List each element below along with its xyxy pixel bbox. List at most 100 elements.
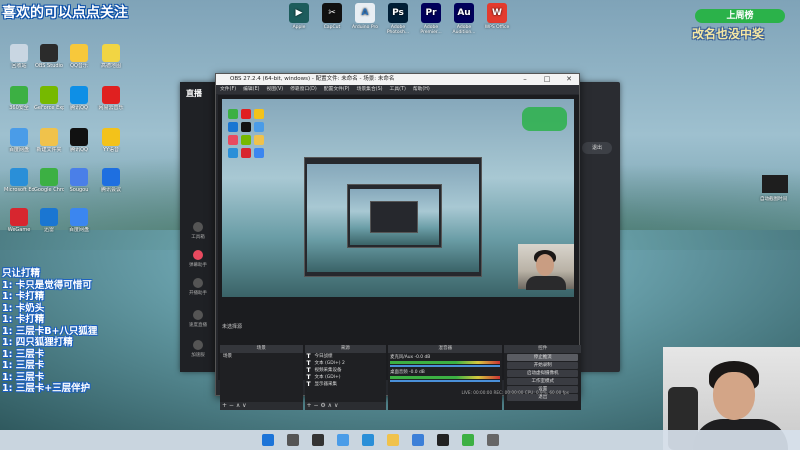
top-app-label: Adobe Audition...: [452, 25, 476, 35]
app-icon: [10, 128, 28, 146]
obs-menu-item[interactable]: 配置文件(P): [324, 85, 350, 94]
desktop-icon[interactable]: 百度网盘: [4, 128, 34, 153]
chat-line: 1: 卡打精: [2, 291, 45, 302]
obs-control-button[interactable]: 开始录制: [507, 362, 578, 369]
desktop-icon[interactable]: 高德地图: [96, 44, 126, 69]
desktop-icon[interactable]: 百度网盘: [64, 208, 94, 233]
maximize-icon[interactable]: □: [537, 74, 557, 85]
obs-titlebar: OBS 27.2.4 (64-bit, windows) - 配置文件: 未命名…: [216, 74, 579, 85]
app-icon: [70, 168, 88, 186]
desktop-icon-label: GeForce Experience: [34, 105, 64, 111]
taskbar-settings-icon[interactable]: [487, 434, 499, 446]
close-icon[interactable]: ✕: [559, 74, 579, 85]
desktop-icon-label: 腾讯QQ: [70, 147, 88, 153]
desktop-icon-label: WeGame: [7, 227, 31, 233]
stream-exit-button[interactable]: 退出: [582, 142, 612, 154]
source-item[interactable]: T 视频采集设备: [305, 367, 387, 374]
desktop-icon[interactable]: GeForce Experience: [34, 86, 64, 111]
desktop-icon[interactable]: QQ音乐: [64, 44, 94, 69]
taskbar-windows-start-icon[interactable]: [262, 434, 274, 446]
obs-preview-canvas[interactable]: [222, 99, 574, 297]
desktop-icon[interactable]: Google Chrome: [34, 168, 64, 193]
text-source-icon: T: [306, 353, 311, 360]
source-label: 今日战绩: [314, 354, 333, 359]
source-item[interactable]: T 文本 (GDI+) 2: [305, 360, 387, 367]
desktop-icon[interactable]: YY语音: [96, 128, 126, 153]
side-item-accelerate[interactable]: 加速服: [184, 340, 212, 358]
desktop-icon[interactable]: Sougou: [64, 168, 94, 193]
desktop-icon-label: 高德地图: [100, 63, 121, 69]
accelerate-icon: [193, 340, 203, 350]
taskbar-edge-icon[interactable]: [362, 434, 374, 446]
source-label: 文本 (GDI+) 2: [314, 361, 345, 366]
desktop-icon[interactable]: 360安全: [4, 86, 34, 111]
obs-selected-source-info: 未选择源: [222, 324, 243, 330]
volume-slider[interactable]: [390, 380, 501, 382]
desktop-icon-label: 迅雷: [43, 227, 54, 233]
app-icon: [70, 44, 88, 62]
top-app-label: CapCut: [323, 25, 341, 30]
taskbar-task-view-icon[interactable]: [312, 434, 324, 446]
source-item[interactable]: T 显示器采集: [305, 381, 387, 388]
top-app-shortcut[interactable]: A Arduino Pro: [351, 3, 379, 30]
taskbar-widgets-icon[interactable]: [337, 434, 349, 446]
speed-icon: [193, 310, 203, 320]
volume-meter: [390, 376, 501, 379]
desktop-icon-label: 腾讯会议: [100, 187, 121, 193]
side-item-live-helper[interactable]: 开播助手: [184, 278, 212, 296]
taskbar-search-icon[interactable]: [287, 434, 299, 446]
taskbar-obs-icon[interactable]: [437, 434, 449, 446]
mixer-channel: 麦克风/Aux -0.0 dB: [388, 353, 502, 368]
preview-webcam: [518, 244, 574, 290]
right-small-window: [762, 175, 788, 193]
scene-item[interactable]: 场景: [220, 353, 303, 360]
app-icon: ✂: [322, 3, 342, 23]
app-icon: [40, 44, 58, 62]
app-icon: ▶: [289, 3, 309, 23]
obs-control-button[interactable]: 启动虚拟摄像机: [507, 370, 578, 377]
source-item[interactable]: T 今日战绩: [305, 353, 387, 360]
desktop-icon-label: 回收站: [11, 63, 27, 69]
obs-menu-item[interactable]: 文件(F): [220, 85, 236, 94]
top-app-shortcut[interactable]: Pr Adobe Premier...: [417, 3, 445, 35]
desktop-icon[interactable]: 腾讯QQ: [64, 128, 94, 153]
volume-slider[interactable]: [390, 365, 501, 367]
desktop-icon[interactable]: 回收站: [4, 44, 34, 69]
top-app-shortcut[interactable]: Ps Adobe Photosh...: [384, 3, 412, 35]
top-app-shortcut[interactable]: ✂ CapCut: [318, 3, 346, 30]
obs-menu-item[interactable]: 视图(V): [266, 85, 283, 94]
desktop-icon[interactable]: OBS Studio: [34, 44, 64, 69]
obs-menu-item[interactable]: 帮助(H): [413, 85, 430, 94]
top-app-shortcut[interactable]: ▶ Apple: [285, 3, 313, 30]
desktop-icon[interactable]: Microsoft Edge: [4, 168, 34, 193]
desktop-icon[interactable]: WeGame: [4, 208, 34, 233]
chat-line: 1: 三层卡: [2, 371, 45, 383]
desktop-icon[interactable]: 腾讯会议: [96, 168, 126, 193]
obs-control-button[interactable]: 工作室模式: [507, 378, 578, 385]
obs-menu-item[interactable]: 停靠窗口(D): [290, 85, 317, 94]
obs-menu-item[interactable]: 工具(T): [390, 85, 406, 94]
side-item-toolbox[interactable]: 工具箱: [184, 222, 212, 240]
desktop-icon[interactable]: 新建文件夹: [34, 128, 64, 153]
obs-menu-item[interactable]: 编辑(E): [243, 85, 259, 94]
minimize-icon[interactable]: –: [515, 74, 535, 85]
controls-panel-header: 控件: [504, 345, 581, 353]
taskbar-store-icon[interactable]: [412, 434, 424, 446]
side-item-danmaku[interactable]: 弹幕助手: [184, 250, 212, 268]
desktop-icon[interactable]: 腾讯QQ: [64, 86, 94, 111]
obs-menu-item[interactable]: 场景集合(S): [357, 85, 383, 94]
top-app-shortcut[interactable]: Au Adobe Audition...: [450, 3, 478, 35]
desktop-icon[interactable]: 网易云音乐: [96, 86, 126, 111]
taskbar-chrome-icon[interactable]: [462, 434, 474, 446]
weekly-rank-sign: 上周榜 改名也没中奖: [680, 3, 795, 63]
scenes-panel-header: 场景: [220, 345, 303, 353]
source-item[interactable]: T 文本 (GDI+): [305, 374, 387, 381]
side-item-speed[interactable]: 速度直播: [184, 310, 212, 328]
chat-line: 1: 卡奶头: [2, 302, 45, 314]
top-app-shortcut[interactable]: W WPS Office: [483, 3, 511, 30]
app-icon: [10, 168, 28, 186]
mixer-channel: 桌面音频 -0.0 dB: [388, 368, 502, 383]
desktop-icon[interactable]: 迅雷: [34, 208, 64, 233]
taskbar-explorer-icon[interactable]: [387, 434, 399, 446]
obs-control-button[interactable]: 停止推流: [507, 354, 578, 361]
